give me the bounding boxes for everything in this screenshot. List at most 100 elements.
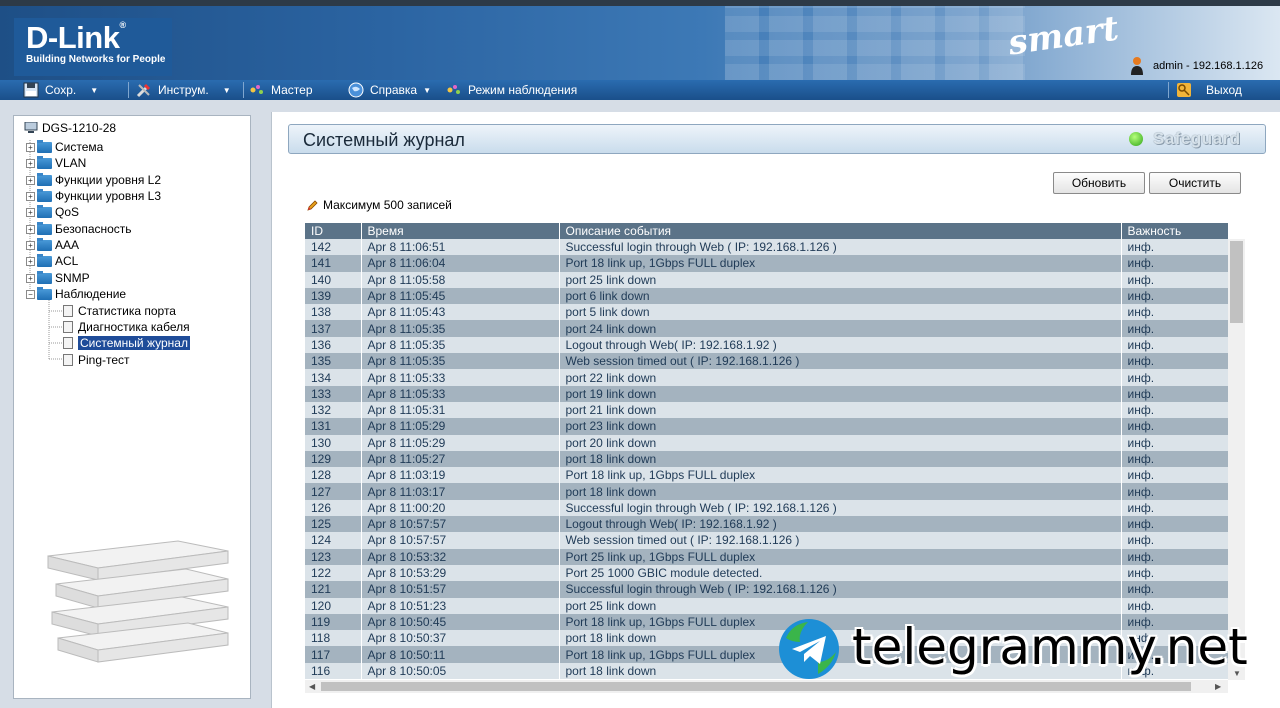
tools-menu[interactable]: Инструм. ▼ — [136, 80, 231, 100]
surveillance-menu-label: Режим наблюдения — [468, 83, 578, 97]
tree-item-acl[interactable]: + ACL — [26, 253, 78, 269]
log-cell-severity: инф. — [1121, 516, 1228, 533]
log-row: 132 Apr 8 11:05:31 port 21 link down инф. — [305, 401, 1228, 419]
safeguard-badge: Safeguard — [1153, 129, 1241, 148]
tree-item-security[interactable]: + Безопасность — [26, 221, 132, 237]
logout-button[interactable]: Выход — [1176, 80, 1242, 100]
horizontal-scrollbar[interactable]: ◀ ▶ — [305, 680, 1228, 693]
tree-child-port-statistics[interactable]: Статистика порта — [63, 303, 176, 319]
log-cell-severity: инф. — [1121, 499, 1228, 517]
wizard-menu[interactable]: Мастер — [249, 80, 313, 100]
vertical-scroll-thumb[interactable] — [1230, 241, 1243, 323]
expand-icon[interactable]: + — [26, 224, 35, 234]
log-cell-severity: инф. — [1121, 369, 1228, 386]
log-cell-description: port 24 link down — [559, 320, 1122, 337]
tree-item-qos[interactable]: + QoS — [26, 204, 79, 220]
log-body: 142 Apr 8 11:06:51 Successful login throug… — [305, 239, 1228, 680]
help-menu[interactable]: Справка ▼ — [348, 80, 431, 100]
log-cell-severity: инф. — [1121, 401, 1228, 419]
tree-item-monitoring[interactable]: − Наблюдение — [26, 286, 126, 302]
surveillance-icon — [447, 85, 460, 94]
expand-icon[interactable]: + — [26, 256, 35, 266]
log-cell-description: port 25 link down — [559, 597, 1122, 614]
log-cell-id: 132 — [305, 401, 362, 419]
log-cell-time: Apr 8 11:06:51 — [361, 239, 560, 256]
help-menu-label: Справка — [370, 83, 418, 97]
save-menu[interactable]: Сохр. ▼ — [23, 80, 98, 100]
log-row: 122 Apr 8 10:53:29 Port 25 1000 GBIC modul… — [305, 564, 1228, 582]
expand-icon[interactable]: + — [26, 158, 35, 168]
log-cell-description: port 20 link down — [559, 434, 1122, 451]
tree-item-aaa[interactable]: + AAA — [26, 237, 79, 253]
logo-tagline: Building Networks for People — [26, 54, 166, 65]
tree-child-label: Статистика порта — [78, 304, 176, 318]
log-cell-time: Apr 8 10:51:57 — [361, 581, 560, 598]
help-globe-icon — [348, 82, 364, 98]
col-header-time: Время — [361, 223, 560, 239]
log-cell-id: 123 — [305, 548, 362, 565]
expand-icon[interactable]: + — [26, 273, 35, 283]
tree-item-label: VLAN — [55, 156, 87, 170]
tree-child-system-log[interactable]: Системный журнал — [63, 335, 190, 351]
tree-item-system[interactable]: + Система — [26, 139, 103, 155]
log-cell-time: Apr 8 11:05:31 — [361, 401, 560, 419]
page-title: Системный журнал — [303, 130, 465, 150]
log-cell-time: Apr 8 10:51:23 — [361, 597, 560, 614]
log-cell-time: Apr 8 10:50:05 — [361, 662, 560, 680]
surveillance-mode-menu[interactable]: Режим наблюдения — [446, 80, 577, 100]
log-cell-time: Apr 8 11:05:27 — [361, 450, 560, 468]
log-cell-time: Apr 8 10:50:45 — [361, 613, 560, 631]
expand-icon[interactable]: + — [26, 142, 35, 152]
log-cell-time: Apr 8 11:05:29 — [361, 434, 560, 451]
tree-item-label: Функции уровня L3 — [55, 189, 162, 203]
tree-item-snmp[interactable]: + SNMP — [26, 270, 90, 286]
expand-icon[interactable]: + — [26, 175, 35, 185]
refresh-button[interactable]: Обновить — [1053, 172, 1145, 194]
log-row: 134 Apr 8 11:05:33 port 22 link down инф. — [305, 369, 1228, 386]
tree-child-cable-diagnostics[interactable]: Диагностика кабеля — [63, 319, 190, 335]
tree-item-l2-functions[interactable]: + Функции уровня L2 — [26, 172, 161, 188]
chevron-down-icon: ▼ — [90, 85, 99, 95]
log-cell-severity: инф. — [1121, 239, 1228, 256]
log-cell-time: Apr 8 11:06:04 — [361, 255, 560, 272]
log-row: 121 Apr 8 10:51:57 Successful login throug… — [305, 581, 1228, 598]
folder-icon — [37, 188, 52, 202]
log-cell-id: 135 — [305, 353, 362, 370]
log-cell-description: Port 18 link up, 1Gbps FULL duplex — [559, 467, 1122, 484]
log-row: 142 Apr 8 11:06:51 Successful login throug… — [305, 239, 1228, 256]
tree-item-l3-functions[interactable]: + Функции уровня L3 — [26, 188, 161, 204]
clear-button[interactable]: Очистить — [1149, 172, 1241, 194]
tree-root-label: DGS-1210-28 — [42, 121, 117, 135]
user-icon — [1131, 57, 1143, 75]
log-cell-id: 140 — [305, 271, 362, 288]
log-cell-description: port 22 link down — [559, 369, 1122, 386]
log-cell-time: Apr 8 11:05:45 — [361, 287, 560, 305]
log-row: 120 Apr 8 10:51:23 port 25 link down инф. — [305, 597, 1228, 614]
tree-child-ping-test[interactable]: Ping-тест — [63, 352, 130, 368]
expand-icon[interactable]: + — [26, 240, 35, 250]
log-row: 130 Apr 8 11:05:29 port 20 link down инф. — [305, 434, 1228, 451]
tree-item-vlan[interactable]: + VLAN — [26, 155, 86, 171]
log-cell-time: Apr 8 10:50:37 — [361, 630, 560, 647]
log-cell-id: 121 — [305, 581, 362, 598]
log-cell-id: 142 — [305, 239, 362, 256]
log-cell-description: Logout through Web( IP: 192.168.1.92 ) — [559, 516, 1122, 533]
log-cell-description: port 23 link down — [559, 418, 1122, 435]
menubar: Сохр. ▼ Инструм. ▼ Мастер Справка ▼ Режи… — [0, 80, 1280, 100]
expand-icon[interactable]: + — [26, 207, 35, 217]
horizontal-scroll-thumb[interactable] — [321, 682, 1191, 691]
navigation-tree: DGS-1210-28 + Система + VLAN + Функции уров… — [13, 115, 251, 699]
log-cell-time: Apr 8 11:05:35 — [361, 353, 560, 370]
scroll-right-icon[interactable]: ▶ — [1215, 682, 1221, 691]
expand-icon[interactable]: + — [26, 191, 35, 201]
log-cell-id: 137 — [305, 320, 362, 337]
collapse-icon[interactable]: − — [26, 289, 35, 299]
vertical-scrollbar[interactable]: ▼ — [1228, 239, 1245, 680]
scroll-left-icon[interactable]: ◀ — [309, 682, 315, 691]
log-cell-severity: инф. — [1121, 320, 1228, 337]
wizard-menu-label: Мастер — [271, 83, 313, 97]
log-cell-description: Successful login through Web ( IP: 192.1… — [559, 239, 1122, 256]
tree-root-device[interactable]: DGS-1210-28 — [24, 120, 116, 136]
log-cell-id: 120 — [305, 597, 362, 614]
wizard-icon — [250, 85, 263, 94]
